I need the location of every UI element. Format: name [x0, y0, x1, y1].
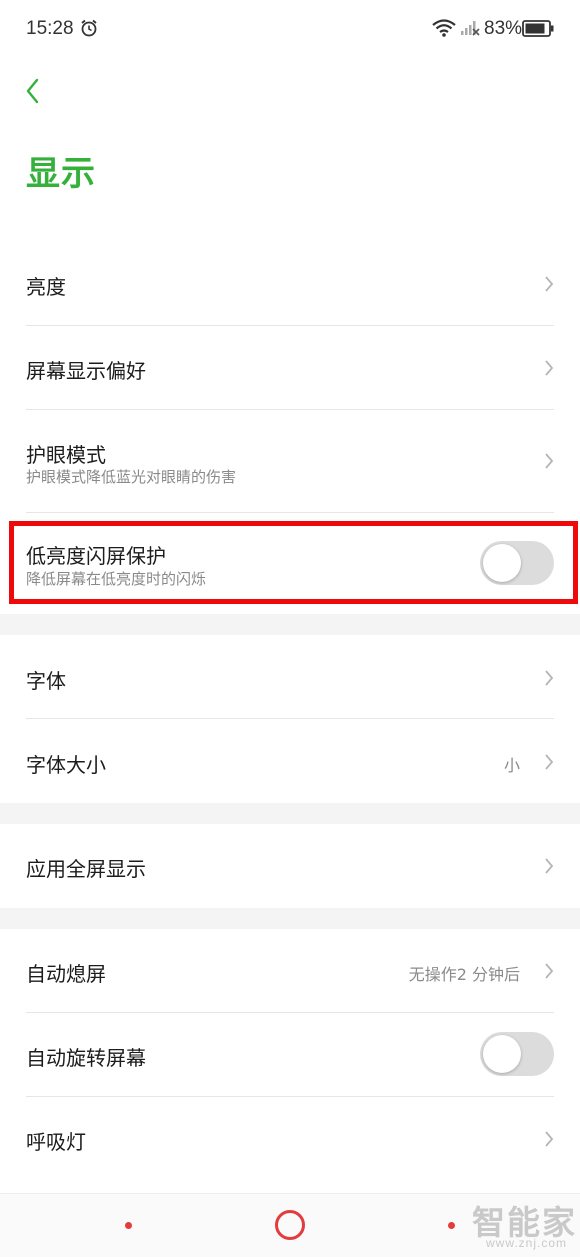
setting-value: 无操作2 分钟后: [408, 965, 520, 984]
section-gap: [0, 614, 580, 635]
setting-label: 字体大小: [26, 753, 106, 777]
battery-percent: 83%: [484, 18, 523, 39]
nav-back-button[interactable]: [448, 1222, 455, 1229]
setting-label: 亮度: [26, 275, 66, 299]
setting-value: 小: [503, 756, 520, 775]
setting-description: 护眼模式降低蓝光对眼睛的伤害: [26, 468, 237, 486]
chevron-right-icon: [545, 1131, 554, 1147]
chevron-right-icon: [545, 360, 554, 376]
setting-breathing-light[interactable]: 呼吸灯: [0, 1097, 580, 1181]
highlight-annotation: [9, 521, 578, 604]
chevron-right-icon: [545, 670, 554, 686]
page-title: 显示: [26, 154, 96, 194]
setting-font[interactable]: 字体: [0, 635, 580, 718]
battery-icon: [522, 20, 554, 37]
chevron-right-icon: [545, 963, 554, 979]
watermark-url: www.znj.com: [486, 1236, 568, 1250]
setting-label: 字体: [26, 669, 66, 693]
alarm-icon: [81, 19, 97, 37]
setting-label: 屏幕显示偏好: [26, 359, 146, 383]
status-time: 15:28: [26, 18, 74, 39]
setting-label: 自动旋转屏幕: [26, 1046, 146, 1070]
setting-font-size[interactable]: 字体大小 小: [0, 719, 580, 803]
signal-icon: [461, 21, 480, 36]
setting-eye-care[interactable]: 护眼模式 护眼模式降低蓝光对眼睛的伤害: [0, 410, 580, 512]
back-chevron-icon[interactable]: [22, 76, 46, 106]
setting-label: 护眼模式: [26, 443, 106, 467]
chevron-right-icon: [545, 754, 554, 770]
nav-menu-button[interactable]: [125, 1222, 132, 1229]
nav-home-button[interactable]: [275, 1210, 305, 1240]
setting-brightness[interactable]: 亮度: [0, 243, 580, 325]
section-gap: [0, 803, 580, 824]
setting-label: 呼吸灯: [26, 1130, 86, 1154]
setting-label: 自动熄屏: [26, 962, 106, 986]
chevron-right-icon: [545, 453, 554, 469]
setting-auto-rotate: 自动旋转屏幕: [0, 1013, 580, 1096]
setting-screen-preference[interactable]: 屏幕显示偏好: [0, 326, 580, 409]
chevron-right-icon: [545, 858, 554, 874]
setting-auto-screen-off[interactable]: 自动熄屏 无操作2 分钟后: [0, 929, 580, 1012]
section-gap: [0, 908, 580, 929]
chevron-right-icon: [545, 276, 554, 292]
toggle-knob: [483, 1035, 521, 1073]
setting-app-fullscreen[interactable]: 应用全屏显示: [0, 824, 580, 908]
status-bar: 15:28 83%: [0, 0, 580, 58]
wifi-icon: [432, 19, 456, 37]
setting-label: 应用全屏显示: [26, 857, 146, 881]
auto-rotate-toggle[interactable]: [480, 1032, 554, 1076]
